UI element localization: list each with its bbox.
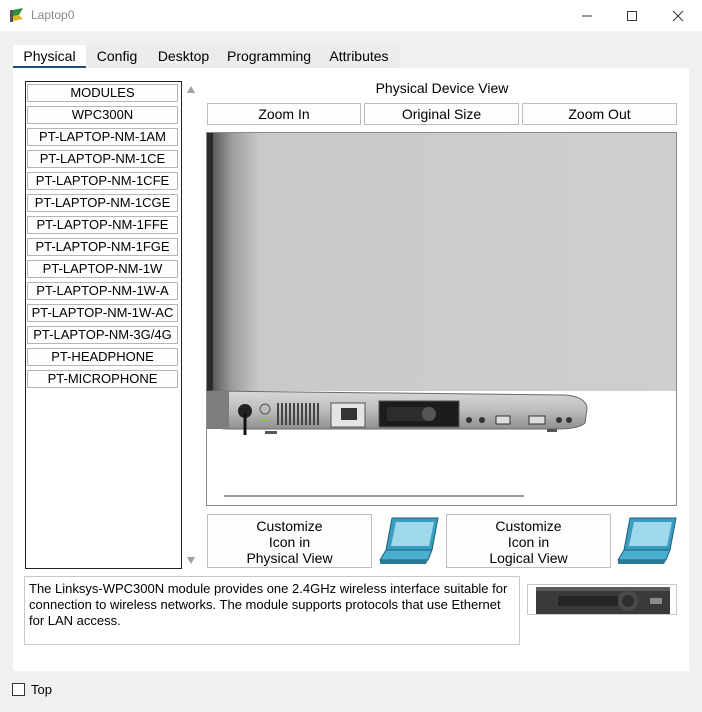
customize-logical-line2: Icon in [507, 534, 550, 550]
module-item-nm-1w-a[interactable]: PT-LAPTOP-NM-1W-A [27, 282, 178, 300]
close-icon [672, 10, 684, 21]
tab-desktop[interactable]: Desktop [148, 45, 219, 69]
module-item-microphone[interactable]: PT-MICROPHONE [27, 370, 178, 388]
module-header-button[interactable]: MODULES [27, 84, 178, 102]
customize-physical-line2: Icon in [268, 534, 311, 550]
module-item-nm-1w-ac[interactable]: PT-LAPTOP-NM-1W-AC [27, 304, 178, 322]
laptop-logical-icon [617, 517, 677, 564]
module-item-nm-1w[interactable]: PT-LAPTOP-NM-1W [27, 260, 178, 278]
module-item-nm-1ce[interactable]: PT-LAPTOP-NM-1CE [27, 150, 178, 168]
window-title: Laptop0 [31, 8, 75, 22]
customize-physical-icon-button[interactable]: Customize Icon in Physical View [207, 514, 372, 568]
module-item-nm-1am[interactable]: PT-LAPTOP-NM-1AM [27, 128, 178, 146]
module-thumbnail [527, 584, 677, 615]
close-button[interactable] [655, 0, 701, 31]
top-checkbox-row[interactable]: Top [12, 682, 52, 697]
top-checkbox-label: Top [31, 682, 52, 697]
packet-tracer-app-icon [10, 8, 23, 22]
minimize-button[interactable] [564, 0, 610, 31]
module-item-nm-1cfe[interactable]: PT-LAPTOP-NM-1CFE [27, 172, 178, 190]
module-item-nm-1cge[interactable]: PT-LAPTOP-NM-1CGE [27, 194, 178, 212]
maximize-icon [627, 10, 637, 21]
module-item-nm-1ffe[interactable]: PT-LAPTOP-NM-1FFE [27, 216, 178, 234]
module-item-headphone[interactable]: PT-HEADPHONE [27, 348, 178, 366]
original-size-button[interactable]: Original Size [364, 103, 519, 125]
device-view-canvas[interactable] [206, 132, 677, 506]
minimize-icon [582, 15, 592, 16]
top-checkbox[interactable] [12, 683, 25, 696]
tab-physical[interactable]: Physical [13, 45, 86, 69]
zoom-out-button[interactable]: Zoom Out [522, 103, 677, 125]
module-description: The Linksys-WPC300N module provides one … [24, 576, 520, 645]
device-view-horizontal-scrollbar[interactable] [224, 495, 524, 497]
tab-config[interactable]: Config [86, 45, 148, 69]
scroll-up-arrow-icon[interactable] [186, 85, 196, 95]
physical-device-view-title: Physical Device View [375, 80, 509, 96]
wpc300n-module-image [536, 587, 670, 614]
tab-programming[interactable]: Programming [219, 45, 319, 69]
title-bar: Laptop0 [0, 0, 702, 31]
laptop-side-image[interactable] [207, 133, 677, 506]
laptop-physical-icon [379, 517, 439, 564]
customize-logical-line3: Logical View [489, 550, 568, 566]
customize-logical-icon-button[interactable]: Customize Icon in Logical View [446, 514, 611, 568]
module-list-scrollbar[interactable] [183, 81, 199, 569]
customize-physical-line1: Customize [256, 518, 323, 534]
module-item-wpc300n[interactable]: WPC300N [27, 106, 178, 124]
module-item-nm-3g-4g[interactable]: PT-LAPTOP-NM-3G/4G [27, 326, 178, 344]
module-list[interactable]: MODULES WPC300N PT-LAPTOP-NM-1AM PT-LAPT… [25, 81, 182, 569]
customize-logical-line1: Customize [495, 518, 562, 534]
customize-physical-line3: Physical View [246, 550, 333, 566]
scroll-down-arrow-icon[interactable] [186, 555, 196, 565]
tab-attributes[interactable]: Attributes [319, 45, 399, 69]
module-item-nm-1fge[interactable]: PT-LAPTOP-NM-1FGE [27, 238, 178, 256]
zoom-in-button[interactable]: Zoom In [207, 103, 361, 125]
maximize-button[interactable] [609, 0, 655, 31]
